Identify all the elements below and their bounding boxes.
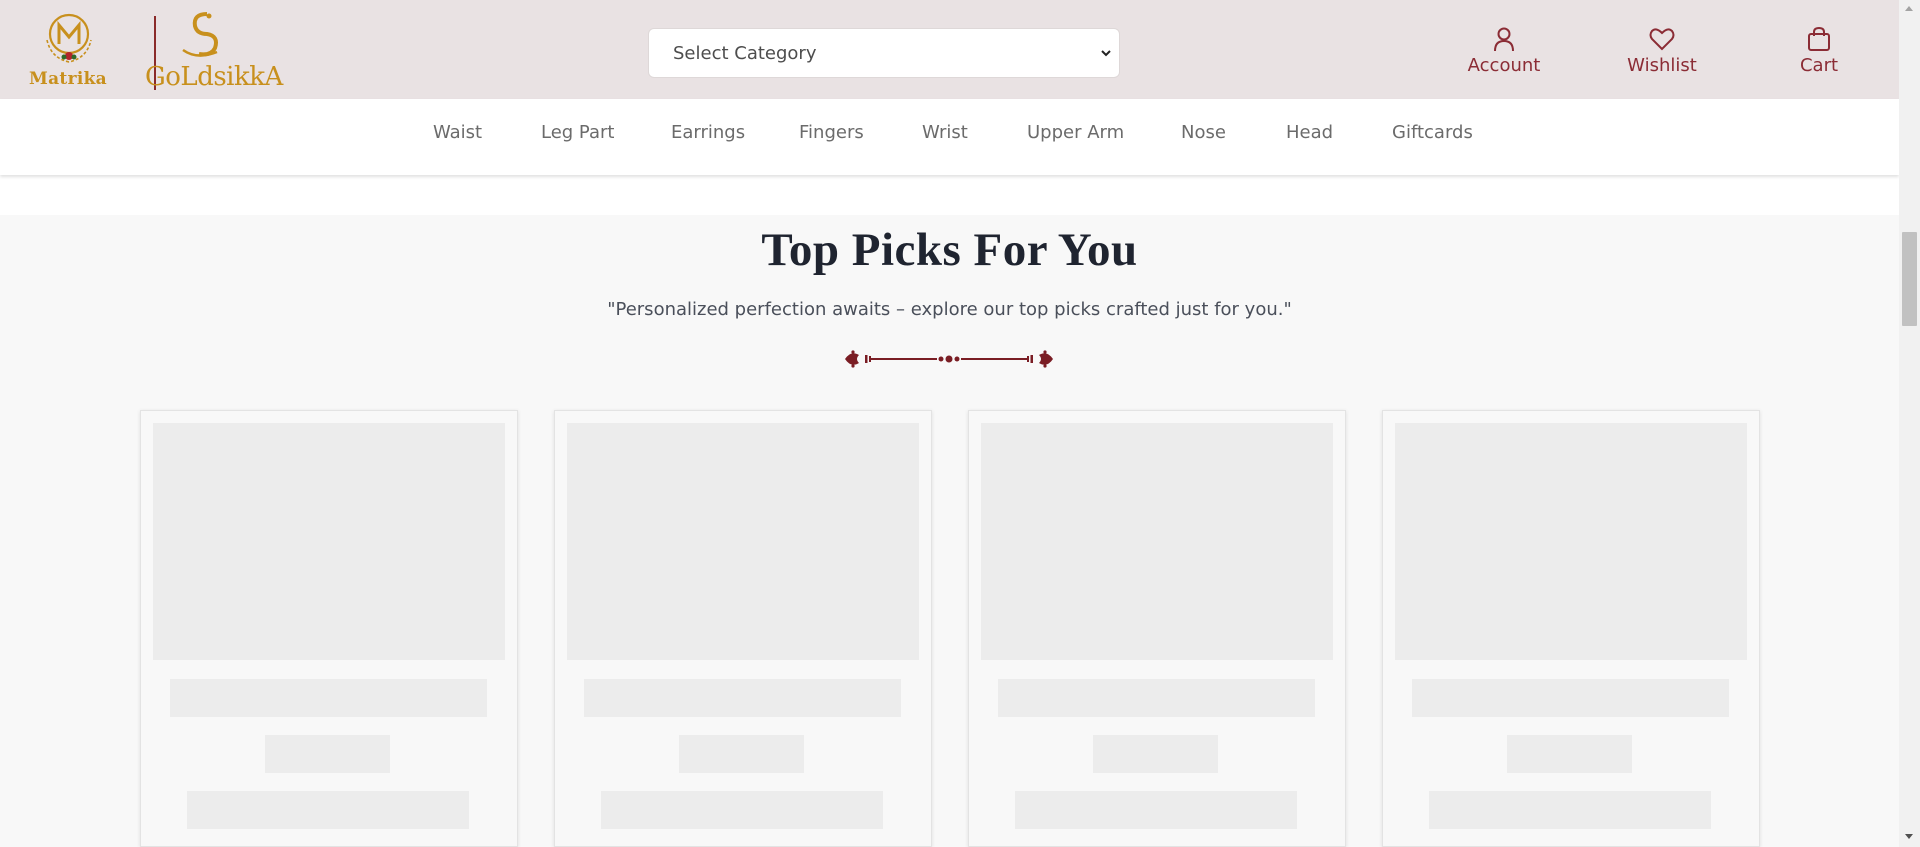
- cart-link[interactable]: Cart: [1796, 26, 1842, 82]
- account-link[interactable]: Account: [1466, 26, 1542, 82]
- decorative-divider-icon: [845, 350, 1053, 368]
- site-header: Matrika GoLdsikkA Select Category Accoun…: [0, 0, 1899, 99]
- wishlist-label: Wishlist: [1627, 55, 1697, 76]
- wishlist-link[interactable]: Wishlist: [1627, 26, 1697, 82]
- user-icon: [1494, 27, 1514, 52]
- goldsikka-logo-icon: [182, 12, 218, 57]
- skeleton-image: [153, 423, 505, 660]
- nav-item-leg-part[interactable]: Leg Part: [541, 122, 614, 143]
- skeleton-price: [265, 735, 390, 773]
- shopping-bag-icon: [1808, 26, 1830, 51]
- product-card-skeleton: [554, 410, 932, 847]
- top-picks-section: Top Picks For You "Personalized perfecti…: [0, 215, 1899, 847]
- skeleton-title: [170, 679, 487, 717]
- skeleton-image: [567, 423, 919, 660]
- matrika-logo-text: Matrika: [29, 69, 107, 89]
- account-label: Account: [1467, 55, 1541, 76]
- product-card-skeleton: [1382, 410, 1760, 847]
- page-scrollbar[interactable]: [1899, 0, 1920, 847]
- skeleton-price: [1507, 735, 1632, 773]
- section-subtitle: "Personalized perfection awaits – explor…: [607, 299, 1292, 320]
- brand-logos[interactable]: Matrika GoLdsikkA: [27, 10, 283, 92]
- nav-item-earrings[interactable]: Earrings: [671, 122, 745, 143]
- skeleton-button: [601, 791, 883, 829]
- skeleton-title: [584, 679, 901, 717]
- skeleton-button: [1015, 791, 1297, 829]
- skeleton-price: [679, 735, 804, 773]
- skeleton-button: [187, 791, 469, 829]
- skeleton-image: [981, 423, 1333, 660]
- scroll-down-arrow-icon[interactable]: [1905, 834, 1913, 839]
- category-select-value: Select Category: [673, 42, 817, 64]
- nav-item-head[interactable]: Head: [1286, 122, 1333, 143]
- nav-item-fingers[interactable]: Fingers: [799, 122, 864, 143]
- category-nav: Waist Leg Part Earrings Fingers Wrist Up…: [0, 99, 1899, 175]
- chevron-down-icon: [1101, 50, 1111, 57]
- nav-item-giftcards[interactable]: Giftcards: [1392, 122, 1473, 143]
- nav-item-upper-arm[interactable]: Upper Arm: [1027, 122, 1124, 143]
- goldsikka-logo-text: GoLdsikkA: [145, 62, 283, 92]
- section-title: Top Picks For You: [761, 224, 1138, 276]
- nav-item-nose[interactable]: Nose: [1181, 122, 1226, 143]
- scroll-up-arrow-icon[interactable]: [1905, 6, 1913, 11]
- skeleton-image: [1395, 423, 1747, 660]
- skeleton-title: [998, 679, 1315, 717]
- heart-icon: [1649, 28, 1675, 51]
- nav-item-wrist[interactable]: Wrist: [922, 122, 968, 143]
- skeleton-button: [1429, 791, 1711, 829]
- skeleton-title: [1412, 679, 1729, 717]
- nav-item-waist[interactable]: Waist: [433, 122, 482, 143]
- product-card-skeleton: [968, 410, 1346, 847]
- category-select[interactable]: Select Category: [648, 28, 1120, 78]
- product-card-skeleton: [140, 410, 518, 847]
- skeleton-price: [1093, 735, 1218, 773]
- scrollbar-thumb[interactable]: [1902, 232, 1917, 326]
- matrika-logo-icon: [46, 13, 92, 63]
- cart-label: Cart: [1799, 55, 1839, 76]
